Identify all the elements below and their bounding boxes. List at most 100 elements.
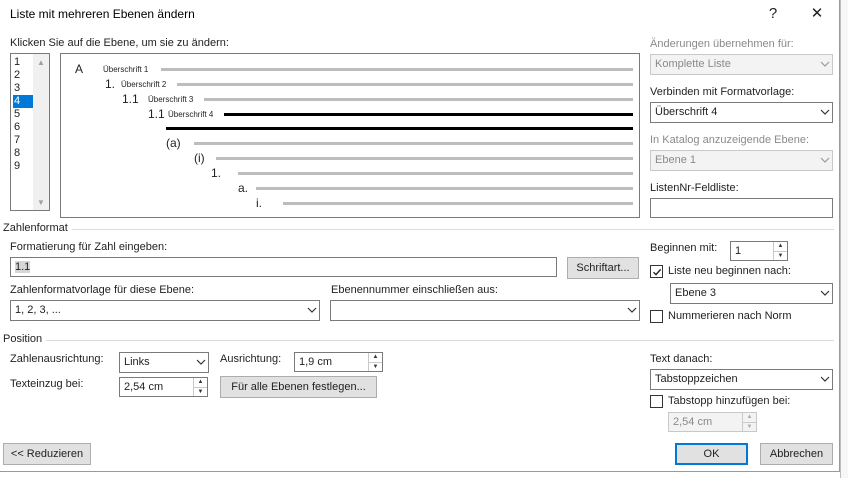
set-for-all-levels-button[interactable]: Für alle Ebenen festlegen... (220, 376, 377, 398)
preview-number-2: 1. (105, 77, 116, 91)
level-item-4[interactable]: 4 (13, 95, 33, 108)
start-at-spinner[interactable]: ▲ ▼ (773, 242, 787, 260)
close-button[interactable]: ✕ (806, 4, 828, 24)
preview-number-5: (a) (166, 136, 181, 150)
section-divider (46, 340, 834, 341)
text-indent-input[interactable]: 2,54 cm ▲ ▼ (119, 377, 208, 397)
aligned-at-input[interactable]: 1,9 cm ▲ ▼ (294, 352, 383, 372)
gallery-level-select: Ebene 1 (650, 150, 833, 171)
listnum-label: ListenNr-Feldliste: (650, 182, 739, 194)
level-item-2[interactable]: 2 (13, 69, 33, 82)
less-button[interactable]: << Reduzieren (3, 443, 91, 465)
preview-number-3: 1.1 (122, 92, 139, 106)
level-item-8[interactable]: 8 (13, 147, 33, 160)
apply-to-label: Änderungen übernehmen für: (650, 38, 794, 50)
apply-to-value: Komplette Liste (655, 58, 731, 70)
preview-label-3: Überschrift 3 (148, 95, 194, 104)
level-item-6[interactable]: 6 (13, 121, 33, 134)
add-tabstop-label: Tabstopp hinzufügen bei: (668, 395, 791, 407)
level-list-label: Klicken Sie auf die Ebene, um sie zu änd… (10, 37, 229, 49)
number-style-label: Zahlenformatvorlage für diese Ebene: (10, 284, 195, 296)
preview-line-5 (194, 142, 633, 145)
spin-up-icon: ▲ (197, 379, 204, 386)
listnum-input[interactable] (650, 198, 833, 218)
legal-numbering-label: Nummerieren nach Norm (668, 310, 792, 322)
level-item-7[interactable]: 7 (13, 134, 33, 147)
preview-label-4: Überschrift 4 (168, 110, 214, 119)
format-input[interactable]: 1.1 (10, 257, 557, 277)
level-list-scrollbar[interactable]: ▲ ▼ (33, 54, 49, 210)
number-format-section: Zahlenformat (3, 222, 68, 234)
gallery-level-label: In Katalog anzuzeigende Ebene: (650, 134, 810, 146)
number-alignment-select[interactable]: Links (119, 352, 209, 373)
font-button[interactable]: Schriftart... (567, 257, 639, 279)
spin-down-icon: ▼ (774, 250, 787, 261)
aligned-at-value: 1,9 cm (299, 356, 333, 368)
scroll-up-icon[interactable]: ▲ (33, 54, 49, 70)
format-value: 1.1 (15, 261, 31, 273)
start-at-label: Beginnen mit: (650, 242, 718, 254)
aligned-at-spinner[interactable]: ▲ ▼ (368, 353, 382, 371)
tabstop-position-input: 2,54 cm ▲ ▼ (668, 412, 757, 432)
link-style-value: Überschrift 4 (655, 106, 718, 118)
chevron-down-icon[interactable] (816, 370, 832, 388)
cancel-button[interactable]: Abbrechen (760, 443, 833, 465)
chevron-down-icon[interactable] (816, 103, 832, 121)
gallery-level-value: Ebene 1 (655, 154, 696, 166)
number-alignment-value: Links (124, 356, 150, 368)
restart-level-select[interactable]: Ebene 3 (670, 283, 833, 304)
add-tabstop-checkbox[interactable] (650, 395, 663, 408)
preview-line-4 (224, 113, 633, 116)
preview-number-8: a. (238, 181, 249, 195)
dialog-title: Liste mit mehreren Ebenen ändern (10, 7, 195, 21)
position-section: Position (3, 333, 43, 345)
spin-down-icon: ▼ (194, 386, 207, 397)
scroll-down-icon[interactable]: ▼ (33, 194, 49, 210)
number-style-select[interactable]: 1, 2, 3, ... (10, 300, 320, 321)
level-list[interactable]: 1 2 3 4 5 6 7 8 9 ▲ ▼ (10, 53, 50, 211)
text-indent-value: 2,54 cm (124, 381, 164, 393)
level-item-9[interactable]: 9 (13, 160, 33, 173)
preview-label-1: Überschrift 1 (103, 65, 149, 74)
start-at-value: 1 (735, 245, 742, 257)
link-style-label: Verbinden mit Formatvorlage: (650, 86, 795, 98)
number-style-value: 1, 2, 3, ... (15, 304, 61, 316)
preview-line-7 (238, 172, 633, 175)
list-preview: A Überschrift 1 1. Überschrift 2 1.1 Übe… (60, 53, 640, 218)
help-button[interactable]: ? (762, 4, 784, 24)
preview-number-9: i. (256, 196, 262, 210)
link-style-select[interactable]: Überschrift 4 (650, 102, 833, 123)
chevron-down-icon (816, 55, 832, 73)
chevron-down-icon[interactable] (816, 284, 832, 302)
preview-line-8 (256, 187, 633, 190)
preview-line-9 (283, 202, 633, 205)
preview-line-4b (166, 127, 633, 130)
chevron-down-icon[interactable] (192, 353, 208, 371)
section-divider (72, 229, 834, 230)
ok-button[interactable]: OK (675, 443, 748, 465)
level-item-3[interactable]: 3 (13, 82, 33, 95)
preview-line-2 (177, 83, 633, 86)
chevron-down-icon[interactable] (303, 301, 319, 319)
legal-numbering-checkbox[interactable] (650, 310, 663, 323)
preview-number-7: 1. (211, 166, 222, 180)
restart-checkbox[interactable] (650, 265, 663, 278)
level-item-5[interactable]: 5 (13, 108, 33, 121)
text-indent-label: Texteinzug bei: (10, 378, 84, 390)
text-indent-spinner[interactable]: ▲ ▼ (193, 378, 207, 396)
preview-line-1 (161, 68, 633, 71)
chevron-down-icon[interactable] (623, 301, 639, 319)
background-window-edge (840, 0, 848, 478)
chevron-down-icon (816, 151, 832, 169)
format-label: Formatierung für Zahl eingeben: (10, 241, 168, 253)
follow-number-select[interactable]: Tabstoppzeichen (650, 369, 833, 390)
include-level-select[interactable] (330, 300, 640, 321)
follow-number-value: Tabstoppzeichen (655, 373, 738, 385)
restart-label: Liste neu beginnen nach: (668, 265, 791, 277)
tabstop-spinner: ▲ ▼ (742, 413, 756, 431)
spin-up-icon: ▲ (372, 354, 379, 361)
number-alignment-label: Zahlenausrichtung: (10, 353, 104, 365)
start-at-input[interactable]: 1 ▲ ▼ (730, 241, 788, 261)
aligned-at-label: Ausrichtung: (220, 353, 282, 365)
level-item-1[interactable]: 1 (13, 56, 33, 69)
